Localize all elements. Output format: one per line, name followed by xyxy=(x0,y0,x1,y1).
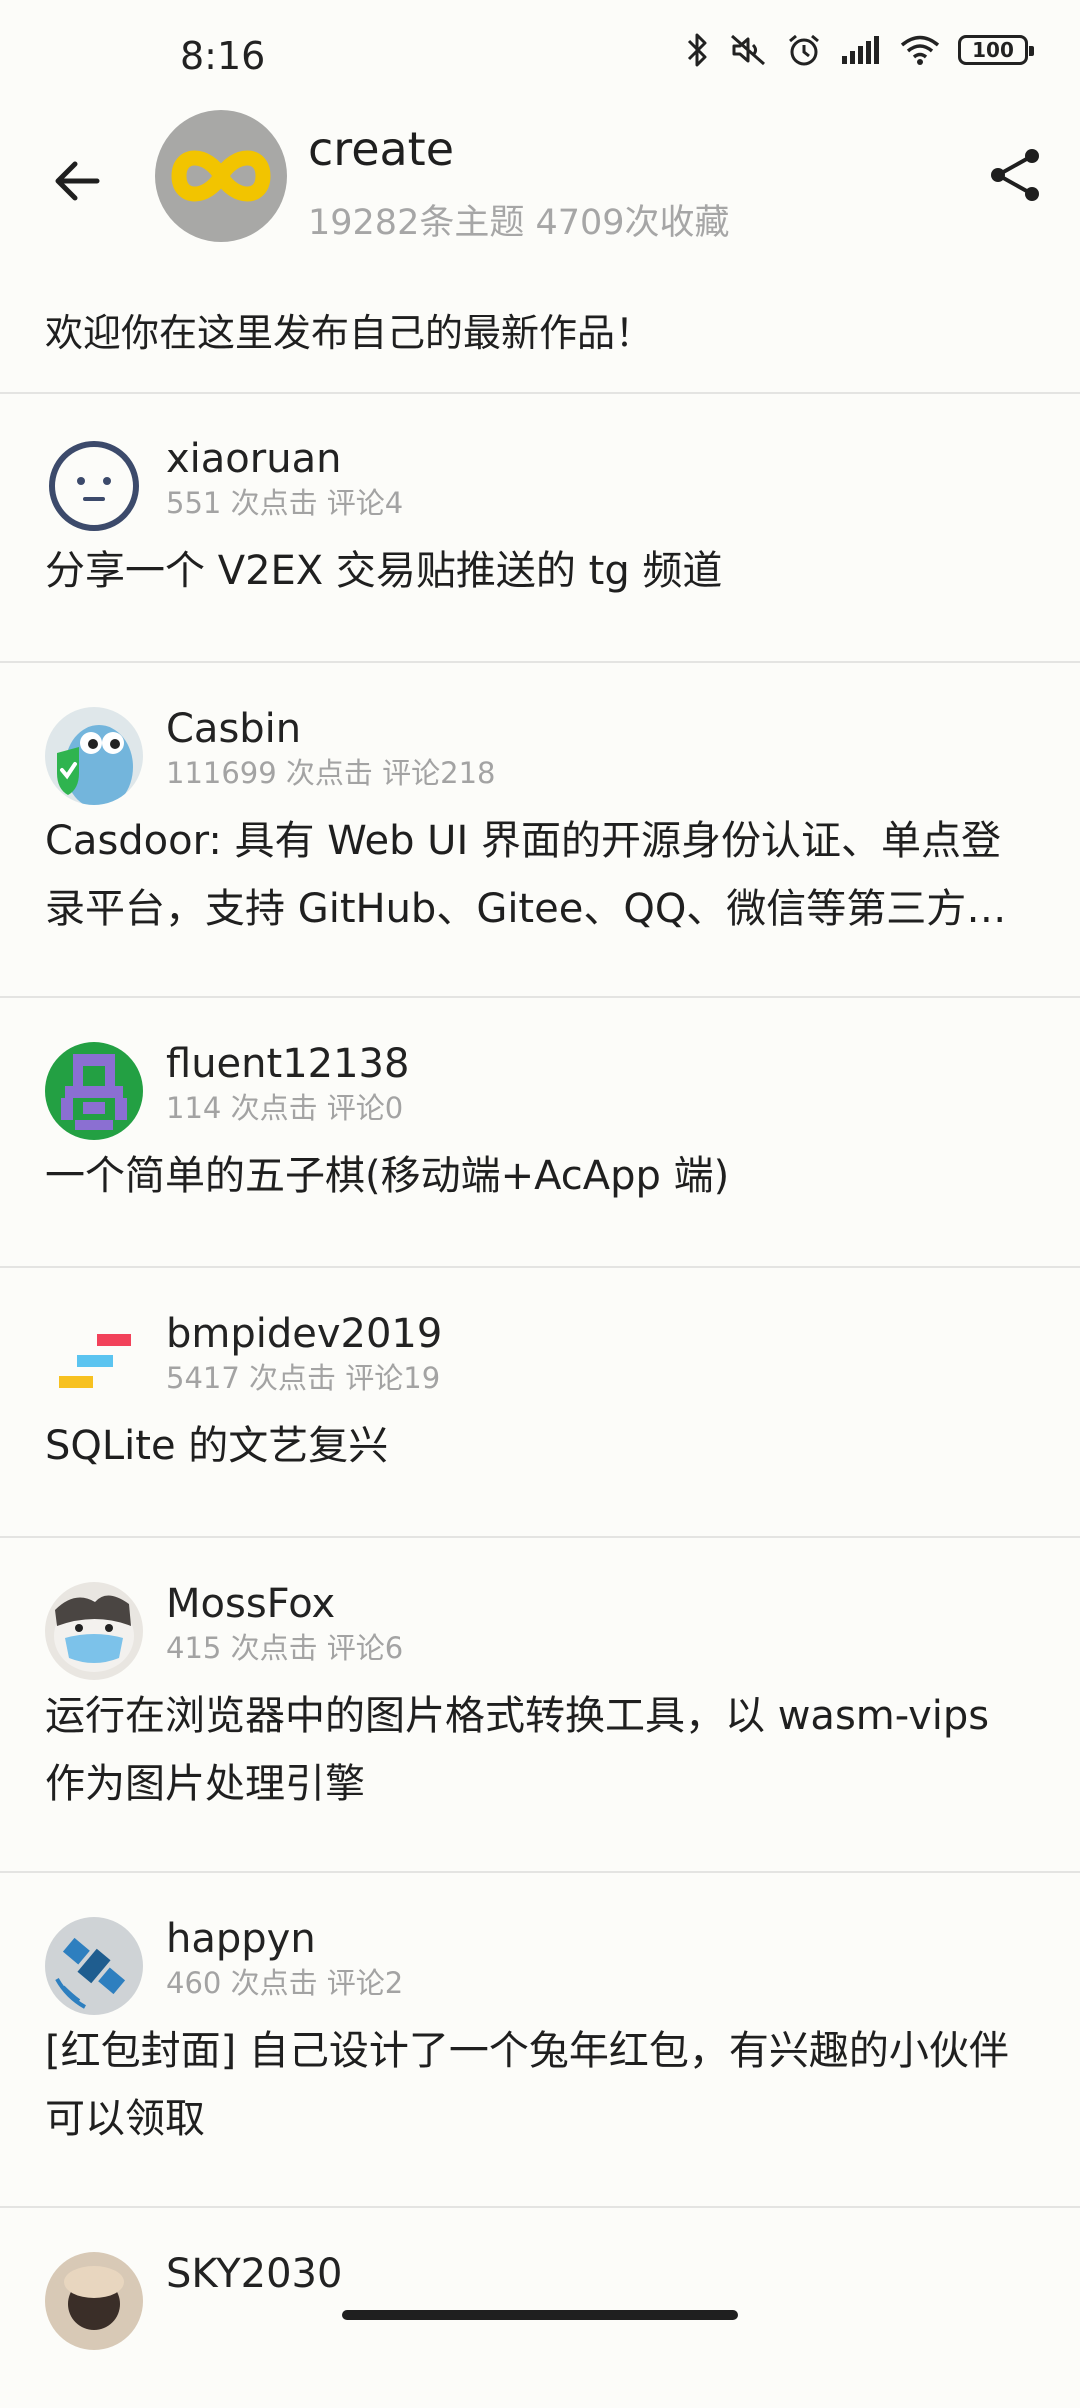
home-indicator[interactable] xyxy=(342,2310,738,2320)
topic-stats: 551 次点击 评论4 xyxy=(166,486,404,520)
topic-username[interactable]: bmpidev2019 xyxy=(166,1310,1035,1358)
topic-item[interactable]: Casbin 111699 次点击 评论218 Casdoor: 具有 Web … xyxy=(0,663,1080,998)
avatar[interactable] xyxy=(45,2252,143,2350)
topic-list[interactable]: xiaoruan 551 次点击 评论4 分享一个 V2EX 交易贴推送的 tg… xyxy=(0,393,1080,2408)
alarm-icon xyxy=(789,34,819,66)
topic-username[interactable]: MossFox xyxy=(166,1580,1035,1628)
avatar[interactable] xyxy=(45,437,143,535)
topic-stats: 114 次点击 评论0 xyxy=(166,1091,404,1125)
topic-username[interactable]: fluent12138 xyxy=(166,1040,1035,1088)
topic-stats: 460 次点击 评论2 xyxy=(166,1966,404,2000)
topic-item[interactable]: fluent12138 114 次点击 评论0 一个简单的五子棋(移动端+AcA… xyxy=(0,998,1080,1268)
mute-icon xyxy=(731,34,765,66)
topic-item[interactable]: happyn 460 次点击 评论2 [红包封面] 自己设计了一个兔年红包，有兴… xyxy=(0,1873,1080,2208)
node-logo xyxy=(155,110,287,242)
topic-stats: 5417 次点击 评论19 xyxy=(166,1361,441,1395)
topic-stats: 111699 次点击 评论218 xyxy=(166,756,496,790)
status-time: 8:16 xyxy=(180,34,266,78)
topic-username[interactable]: xiaoruan xyxy=(166,435,1035,483)
topic-title[interactable]: Casdoor: 具有 Web UI 界面的开源身份认证、单点登录平台，支持 G… xyxy=(45,807,1035,943)
avatar[interactable] xyxy=(45,1042,143,1140)
topic-username[interactable]: SKY2030 xyxy=(166,2250,1035,2298)
topic-title[interactable]: 运行在浏览器中的图片格式转换工具，以 wasm-vips 作为图片处理引擎 xyxy=(45,1682,1035,1818)
share-icon[interactable] xyxy=(980,140,1050,210)
bluetooth-icon xyxy=(687,33,707,67)
topic-item[interactable]: SKY2030 xyxy=(0,2208,1080,2408)
topic-item[interactable]: MossFox 415 次点击 评论6 运行在浏览器中的图片格式转换工具，以 w… xyxy=(0,1538,1080,1873)
topic-item[interactable]: bmpidev2019 5417 次点击 评论19 SQLite 的文艺复兴 xyxy=(0,1268,1080,1538)
avatar[interactable] xyxy=(45,1917,143,2015)
topic-title[interactable]: 分享一个 V2EX 交易贴推送的 tg 频道 xyxy=(45,537,1035,605)
back-arrow-icon[interactable] xyxy=(45,148,111,214)
signal-icon xyxy=(842,36,879,64)
topic-title[interactable]: 一个简单的五子棋(移动端+AcApp 端) xyxy=(45,1142,1035,1210)
node-intro: 欢迎你在这里发布自己的最新作品！ xyxy=(45,311,654,355)
status-bar: 8:16 100 xyxy=(0,0,1080,110)
node-name: create xyxy=(308,122,455,176)
avatar[interactable] xyxy=(45,707,143,805)
topic-title[interactable]: SQLite 的文艺复兴 xyxy=(45,1412,1035,1480)
topic-username[interactable]: happyn xyxy=(166,1915,1035,1963)
avatar[interactable] xyxy=(45,1582,143,1680)
node-meta: 19282条主题 4709次收藏 xyxy=(308,203,730,243)
topic-title[interactable]: [红包封面] 自己设计了一个兔年红包，有兴趣的小伙伴可以领取 xyxy=(45,2017,1035,2153)
wifi-icon xyxy=(900,35,940,65)
avatar[interactable] xyxy=(45,1312,143,1410)
status-icons: 100 xyxy=(686,32,1034,68)
topic-item[interactable]: xiaoruan 551 次点击 评论4 分享一个 V2EX 交易贴推送的 tg… xyxy=(0,393,1080,663)
battery-icon: 100 xyxy=(958,35,1034,65)
node-header: create 19282条主题 4709次收藏 xyxy=(0,110,1080,280)
topic-stats: 415 次点击 评论6 xyxy=(166,1631,404,1665)
topic-username[interactable]: Casbin xyxy=(166,705,1035,753)
